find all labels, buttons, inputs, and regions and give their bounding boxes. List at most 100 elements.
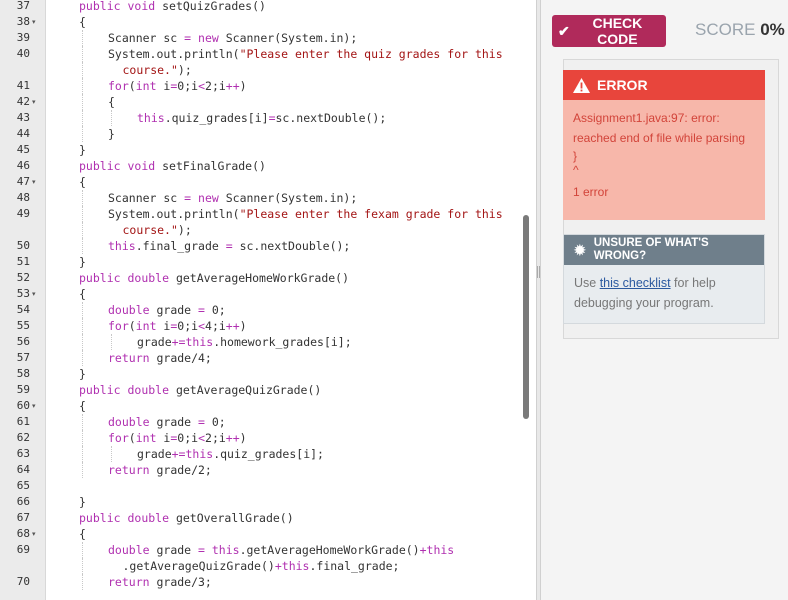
line-number: 48 [16,191,30,204]
code-token: sc.nextDouble(); [239,239,351,253]
fold-toggle-icon[interactable]: ▾ [32,94,36,110]
fold-toggle-icon[interactable]: ▾ [32,174,36,190]
code-text: double grade = 0; [108,414,226,430]
code-text: { [79,14,86,30]
code-token: } [79,495,86,509]
code-token: { [108,95,115,109]
code-token: grade/3; [156,575,212,589]
code-token: 0;i [177,319,199,333]
score-value: 0% [760,20,785,39]
fold-toggle-icon[interactable]: ▾ [32,398,36,414]
code-line: 59 public double getAverageQuizGrade() [0,382,536,398]
code-token: setFinalGrade() [162,159,266,173]
code-token: this [108,239,136,253]
code-line: 44} [0,126,536,142]
code-line: 39 Scanner sc = new Scanner(System.in); [0,30,536,46]
code-token: double [127,383,176,397]
line-number: 70 [16,575,30,588]
checklist-link[interactable]: this checklist [600,276,671,290]
code-text: System.out.println("Please enter the qui… [108,46,503,62]
results-panel: ✔ CHECK CODE SCORE 0% ERROR Assignment1.… [541,0,788,600]
fold-toggle-icon[interactable]: ▾ [32,14,36,30]
code-token: + [419,543,427,557]
indent-guide [111,334,112,350]
code-text: { [79,286,86,302]
code-token: sc.nextDouble(); [275,111,387,125]
code-token: double [108,303,157,317]
code-token: setQuizGrades() [162,0,266,13]
help-title: UNSURE OF WHAT'S WRONG? [593,237,709,262]
code-line: 49 System.out.println("Please enter the f… [0,206,536,222]
code-token: Scanner(System.in); [225,31,358,45]
code-token: return [108,351,157,365]
indent-guide [82,206,83,222]
code-text: public double getAverageQuizGrade() [79,382,321,398]
help-header: ✹ UNSURE OF WHAT'S WRONG? [564,235,764,265]
score-display: SCORE 0% [695,20,785,40]
line-number: 57 [16,351,30,364]
line-number: 38 [16,15,30,28]
code-token: < [198,319,206,333]
code-text: return grade/2; [108,462,212,478]
code-token: return [108,463,157,477]
fold-toggle-icon[interactable]: ▾ [32,526,36,542]
code-token: this [211,543,240,557]
code-line: 50 this.final_grade = sc.nextDouble(); [0,238,536,254]
fold-toggle-icon[interactable]: ▾ [32,286,36,302]
splitter-grip-icon[interactable] [537,266,540,278]
error-box: ERROR Assignment1.java:97: error: reache… [563,70,765,220]
code-line: 47 ▾ { [0,174,536,190]
line-number: 45 [16,143,30,156]
code-token: double [127,271,176,285]
code-token: for [108,319,129,333]
line-number: 60 [16,399,30,412]
code-line: 42 ▾ { [0,94,536,110]
indent-guide [82,574,83,590]
indent-guide [82,414,83,430]
code-editor[interactable]: 37 public void setQuizGrades() 38 ▾{39 Scann… [0,0,536,600]
code-token: < [198,79,206,93]
line-number: 43 [16,111,30,124]
line-number: 65 [16,479,30,492]
check-code-button[interactable]: ✔ CHECK CODE [552,15,666,47]
code-line: 66} [0,494,536,510]
code-token: .getAverageQuizGrade() [122,559,275,573]
code-token: { [79,175,86,189]
indent-guide [82,318,83,334]
error-message: Assignment1.java:97: error: reached end … [563,100,765,220]
code-token: System.out.println( [108,47,240,61]
code-token: this [426,543,455,557]
warning-icon [573,77,590,93]
code-token: 4;i [205,319,226,333]
code-token: ( [128,319,136,333]
line-number: 59 [16,383,30,396]
code-token: this [281,559,310,573]
code-token: 2;i [205,431,226,445]
code-token: Scanner(System.in); [225,191,358,205]
line-number: 40 [16,47,30,60]
code-token: grade [156,415,199,429]
code-text: course."); [123,222,192,238]
indent-guide [82,94,83,110]
code-text: return grade/4; [108,350,212,366]
code-token: = [184,31,199,45]
indent-guide [82,446,83,462]
code-text: for(int i=0;i<4;i++) [108,318,247,334]
code-text: { [79,526,86,542]
code-line: 37 public void setQuizGrades() [0,0,536,14]
code-token: 2;i [205,79,226,93]
line-number: 39 [16,31,30,44]
code-token: this [137,111,165,125]
code-line: 64 return grade/2; [0,462,536,478]
indent-guide [82,30,83,46]
code-line: 54 double grade = 0; [0,302,536,318]
editor-scrollbar[interactable] [523,215,529,419]
error-line: } [573,149,578,163]
line-number: 47 [16,175,30,188]
code-line: 46 public void setFinalGrade() [0,158,536,174]
code-token: grade [156,303,199,317]
code-line: 62 for(int i=0;i<2;i++) [0,430,536,446]
code-token: int [135,79,164,93]
indent-guide [82,302,83,318]
indent-guide [82,46,83,62]
